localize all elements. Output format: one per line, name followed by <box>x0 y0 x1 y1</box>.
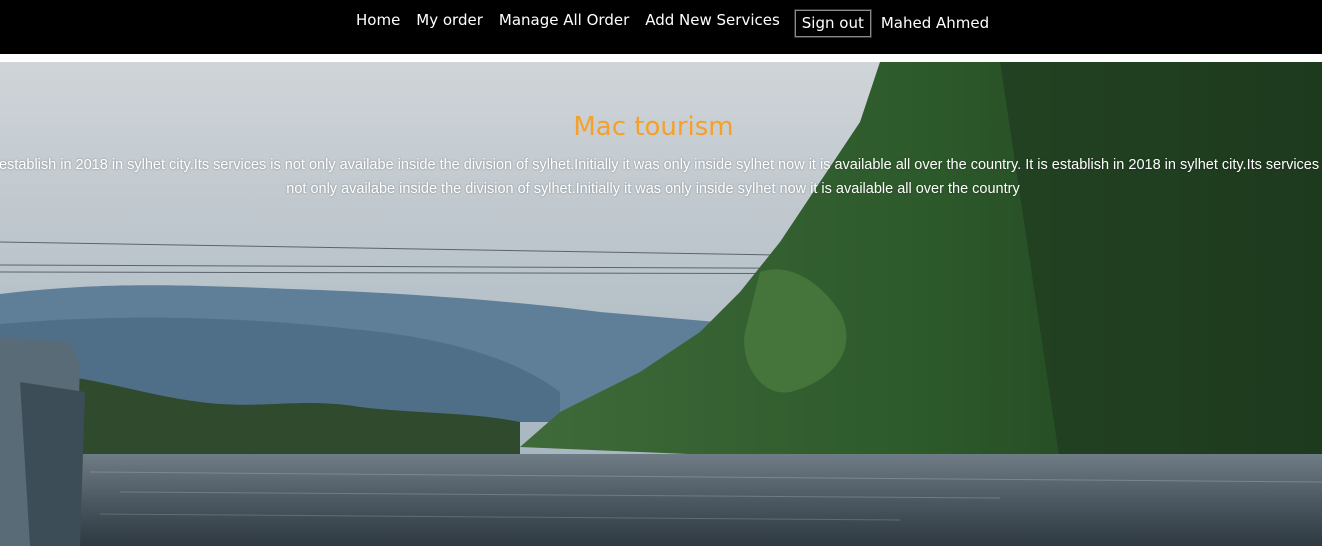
nav-link-home[interactable]: Home <box>356 11 400 29</box>
hero-description: It is establish in 2018 in sylhet city.I… <box>0 157 1322 197</box>
nav-link-my-order[interactable]: My order <box>416 11 483 29</box>
nav-links: Home My order Manage All Order Add New S… <box>356 0 989 46</box>
hero-banner: Mac tourism It is establish in 2018 in s… <box>0 62 1322 546</box>
top-navbar: Home My order Manage All Order Add New S… <box>0 0 1322 54</box>
nav-link-add-new-services[interactable]: Add New Services <box>645 11 780 29</box>
hero-title: Mac tourism <box>573 112 734 142</box>
nav-link-manage-all-order[interactable]: Manage All Order <box>499 11 629 29</box>
user-name: Mahed Ahmed <box>880 14 990 32</box>
sign-out-button[interactable]: Sign out <box>793 8 872 38</box>
